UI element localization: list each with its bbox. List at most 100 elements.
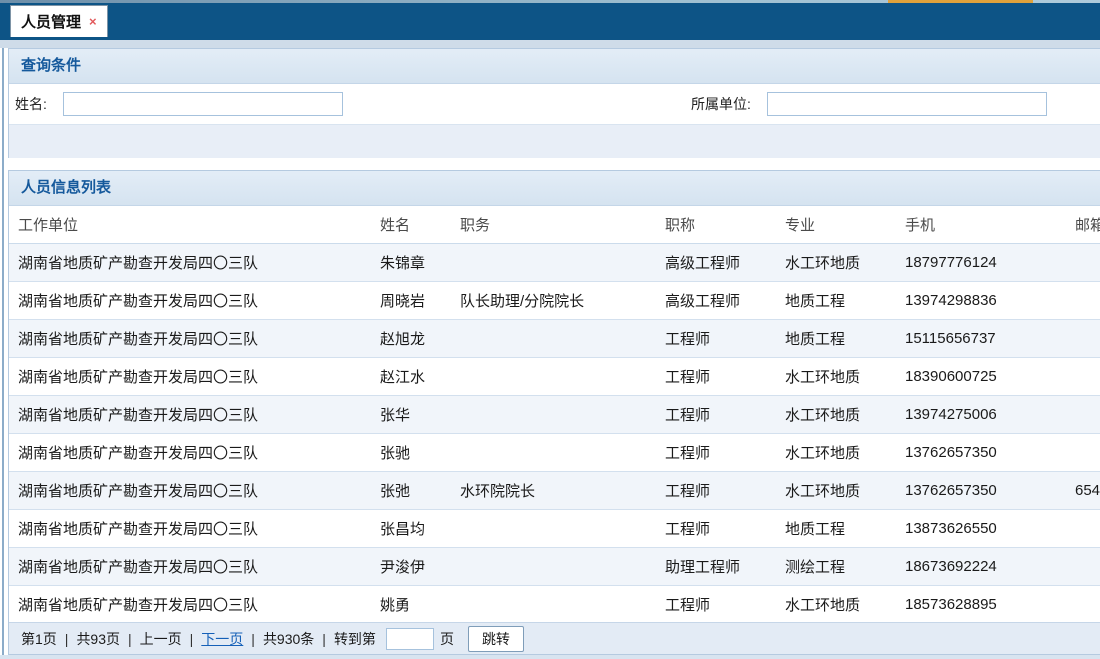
table-cell: 18673692224: [896, 548, 1066, 586]
table-cell: 水环院院长: [451, 472, 656, 510]
table-row[interactable]: 湖南省地质矿产勘查开发局四〇三队姚勇工程师水工环地质18573628895: [9, 586, 1100, 624]
name-field-group: 姓名:: [15, 84, 343, 124]
table-cell: 姚勇: [371, 586, 451, 624]
table-cell: 湖南省地质矿产勘查开发局四〇三队: [9, 244, 371, 282]
table-cell: 高级工程师: [656, 244, 776, 282]
table-cell: 水工环地质: [776, 434, 896, 472]
table-row[interactable]: 湖南省地质矿产勘查开发局四〇三队张昌均工程师地质工程13873626550: [9, 510, 1100, 548]
table-cell: 13974275006: [896, 396, 1066, 434]
separator: |: [322, 631, 326, 647]
name-field-label: 姓名:: [15, 94, 47, 114]
query-conditions-panel: 查询条件 姓名: 所属单位:: [8, 48, 1100, 158]
table-row[interactable]: 湖南省地质矿产勘查开发局四〇三队周晓岩队长助理/分院院长高级工程师地质工程139…: [9, 282, 1100, 320]
table-row[interactable]: 湖南省地质矿产勘查开发局四〇三队朱锦章高级工程师水工环地质18797776124: [9, 244, 1100, 282]
table-cell: 水工环地质: [776, 396, 896, 434]
table-cell: [1066, 548, 1100, 586]
table-cell: 张弛: [371, 472, 451, 510]
table-cell: [1066, 358, 1100, 396]
table-cell: 张昌均: [371, 510, 451, 548]
table-cell: 18390600725: [896, 358, 1066, 396]
column-header: 职称: [656, 206, 776, 244]
table-cell: 周晓岩: [371, 282, 451, 320]
table-cell: [451, 434, 656, 472]
table-row[interactable]: 湖南省地质矿产勘查开发局四〇三队赵江水 工程师水工环地质18390600725: [9, 358, 1100, 396]
table-cell: 工程师: [656, 358, 776, 396]
table-cell: [1066, 320, 1100, 358]
table-cell: 赵江水: [371, 358, 451, 396]
column-header: 手机: [896, 206, 1066, 244]
tab-bar: 人员管理 ×: [0, 3, 1100, 40]
table-cell: 13873626550: [896, 510, 1066, 548]
table-cell: 13762657350: [896, 472, 1066, 510]
table-cell: 地质工程: [776, 320, 896, 358]
unit-input[interactable]: [767, 92, 1047, 116]
table-cell: 654: [1066, 472, 1100, 510]
column-header: 专业: [776, 206, 896, 244]
table-cell: 13762657350: [896, 434, 1066, 472]
prev-page-link[interactable]: 上一页: [140, 629, 182, 649]
goto-page-suffix: 页: [440, 629, 454, 649]
table-row[interactable]: 湖南省地质矿产勘查开发局四〇三队张华 工程师水工环地质13974275006: [9, 396, 1100, 434]
table-cell: 地质工程: [776, 510, 896, 548]
goto-page-input[interactable]: [386, 628, 434, 650]
table-row[interactable]: 湖南省地质矿产勘查开发局四〇三队张驰工程师水工环地质13762657350: [9, 434, 1100, 472]
table-cell: 赵旭龙: [371, 320, 451, 358]
table-cell: 工程师: [656, 320, 776, 358]
jump-button[interactable]: 跳转: [468, 626, 524, 652]
table-cell: 工程师: [656, 510, 776, 548]
table-row[interactable]: 湖南省地质矿产勘查开发局四〇三队尹浚伊助理工程师测绘工程18673692224: [9, 548, 1100, 586]
current-page-indicator: 第1页: [21, 629, 57, 649]
table-cell: 张华: [371, 396, 451, 434]
table-cell: 湖南省地质矿产勘查开发局四〇三队: [9, 396, 371, 434]
table-cell: [451, 586, 656, 624]
table-cell: [451, 396, 656, 434]
personnel-table: 工作单位姓名职务职称专业手机邮箱 湖南省地质矿产勘查开发局四〇三队朱锦章高级工程…: [9, 206, 1100, 624]
table-cell: [1066, 586, 1100, 624]
table-cell: [1066, 510, 1100, 548]
table-cell: 工程师: [656, 472, 776, 510]
separator: |: [190, 631, 194, 647]
table-cell: 水工环地质: [776, 244, 896, 282]
tab-label: 人员管理: [21, 11, 81, 32]
goto-page-label: 转到第: [334, 629, 376, 649]
table-cell: 湖南省地质矿产勘查开发局四〇三队: [9, 282, 371, 320]
table-cell: 13974298836: [896, 282, 1066, 320]
table-cell: [1066, 244, 1100, 282]
table-cell: [451, 320, 656, 358]
table-cell: 高级工程师: [656, 282, 776, 320]
table-cell: 队长助理/分院院长: [451, 282, 656, 320]
table-row[interactable]: 湖南省地质矿产勘查开发局四〇三队赵旭龙工程师地质工程15115656737: [9, 320, 1100, 358]
separator: |: [65, 631, 69, 647]
tab-close-icon[interactable]: ×: [89, 15, 97, 28]
table-cell: 测绘工程: [776, 548, 896, 586]
table-row[interactable]: 湖南省地质矿产勘查开发局四〇三队张弛水环院院长工程师水工环地质137626573…: [9, 472, 1100, 510]
query-panel-footer: [9, 125, 1100, 158]
next-page-link[interactable]: 下一页: [201, 629, 243, 649]
table-cell: 湖南省地质矿产勘查开发局四〇三队: [9, 434, 371, 472]
table-cell: [1066, 434, 1100, 472]
column-header: 职务: [451, 206, 656, 244]
total-pages-indicator: 共93页: [76, 629, 120, 649]
table-cell: [451, 244, 656, 282]
column-header: 工作单位: [9, 206, 371, 244]
list-panel-title: 人员信息列表: [9, 171, 1100, 206]
table-cell: [1066, 396, 1100, 434]
pagination-bar: 第1页 | 共93页 | 上一页 | 下一页 | 共930条 | 转到第 页 跳…: [9, 622, 1100, 654]
table-cell: 水工环地质: [776, 586, 896, 624]
table-cell: 工程师: [656, 396, 776, 434]
table-cell: 18797776124: [896, 244, 1066, 282]
separator: |: [128, 631, 132, 647]
table-header: 工作单位姓名职务职称专业手机邮箱: [9, 206, 1100, 244]
table-cell: 湖南省地质矿产勘查开发局四〇三队: [9, 472, 371, 510]
unit-field-label: 所属单位:: [691, 94, 751, 114]
query-panel-title: 查询条件: [9, 49, 1100, 84]
tab-personnel-management[interactable]: 人员管理 ×: [10, 5, 108, 37]
name-input[interactable]: [63, 92, 343, 116]
table-cell: 湖南省地质矿产勘查开发局四〇三队: [9, 358, 371, 396]
table-cell: [1066, 282, 1100, 320]
table-cell: 水工环地质: [776, 472, 896, 510]
under-bar-strip: [0, 40, 1100, 48]
table-cell: [451, 510, 656, 548]
total-records-indicator: 共930条: [263, 629, 314, 649]
table-cell: 水工环地质: [776, 358, 896, 396]
